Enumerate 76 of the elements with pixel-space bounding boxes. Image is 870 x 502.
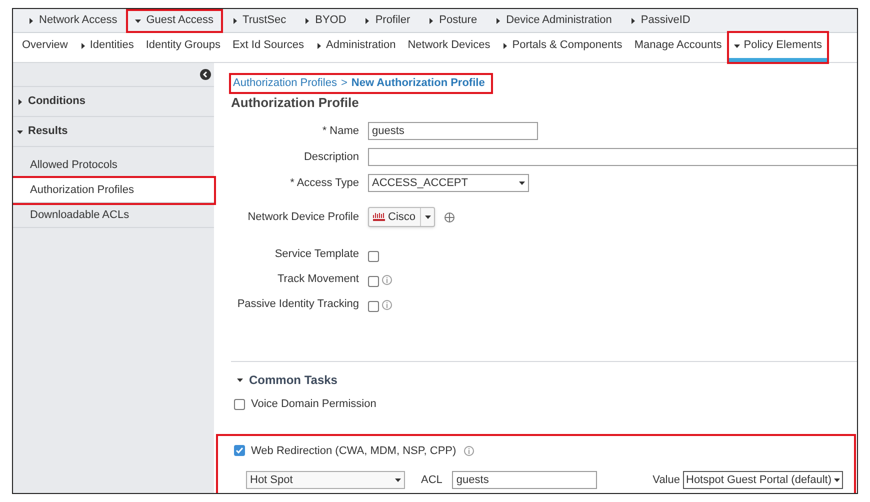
caret-icon [424,214,430,220]
caret-icon [17,98,23,104]
section-header[interactable]: Common Tasks [237,371,338,389]
field-label: Network Device Profile [246,210,359,225]
caret-icon [630,18,636,24]
device-profile-select[interactable]: Cisco [368,207,435,227]
caret-icon [135,18,142,24]
nav-tab[interactable]: Posture [421,10,484,30]
nav-tab[interactable]: BYOD [297,10,354,30]
caret-icon [28,18,34,24]
field-label: * Name [321,124,359,139]
text-field[interactable] [368,148,857,166]
caret-icon [80,42,86,48]
field-label: Value [652,472,680,488]
caret-icon [734,42,740,48]
sidebar-item[interactable]: Downloadable ACLs [13,203,214,228]
caret-icon [17,128,23,134]
caret-icon [495,18,502,24]
text-field[interactable]: guests [368,122,538,140]
nav-tab[interactable]: Administration [311,33,401,62]
breadcrumb-link[interactable]: Authorization Profiles [233,75,337,92]
info-icon [464,446,474,456]
checkbox[interactable] [368,300,379,312]
nav-tab[interactable]: Guest Access [128,10,221,30]
breadcrumb-separator: > [340,76,348,91]
page-heading: Authorization Profile [231,94,360,112]
nav-tab[interactable]: Network Devices [402,33,496,62]
checkbox-label: Voice Domain Permission [251,397,376,412]
select-value: Cisco [388,210,417,225]
access-type-select[interactable]: ACCESS_ACCEPT [368,174,529,192]
field-label: Description [302,150,359,165]
nav-tab[interactable]: Device Administration [488,10,619,30]
sidebar-section[interactable]: Conditions [13,87,214,117]
nav-tab[interactable]: Profiler [357,10,418,30]
nav-tab[interactable]: Overview [17,33,73,62]
select-value: Hotspot Guest Portal (default) [686,472,832,488]
nav-tab[interactable]: Network Access [21,10,124,30]
nav-tab[interactable]: Identity Groups [140,33,226,62]
crosshair-icon [444,212,455,222]
sidebar-section[interactable]: Results [13,117,214,147]
checkbox[interactable] [368,276,379,286]
field-label: ACL [421,472,442,488]
caret-icon [428,18,434,24]
caret-icon [304,18,310,24]
nav-tab[interactable]: Ext Id Sources [227,33,310,62]
sidebar-item[interactable]: Authorization Profiles [13,178,214,203]
caret-icon [237,377,243,383]
field-label: Track Movement [276,272,359,288]
select-value: ACCESS_ACCEPT [372,176,468,191]
caret-icon [232,18,238,24]
breadcrumb-current: New Authorization Profile [351,76,485,91]
caret-icon [395,477,401,483]
nav-tab[interactable]: Manage Accounts [629,33,727,62]
collapse-icon [200,69,211,80]
nav-tab[interactable]: Identities [74,33,139,62]
checkbox[interactable] [234,445,245,456]
acl-field[interactable]: guests [452,471,598,489]
checkbox-label: Web Redirection (CWA, MDM, NSP, CPP) [251,444,456,458]
redirect-type-select[interactable]: Hot Spot [246,471,405,489]
select-value: Hot Spot [250,472,293,488]
caret-icon [364,18,370,24]
field-label: Service Template [274,247,359,262]
checkbox[interactable] [368,250,379,262]
field-label: Passive Identity Tracking [236,297,359,312]
caret-icon [502,42,508,48]
nav-tab[interactable]: Policy Elements [728,33,828,62]
checkbox[interactable] [234,398,245,410]
nav-tab[interactable]: Portals & Components [497,33,628,62]
nav-tab[interactable]: PassiveID [622,10,698,30]
logo-icon [372,212,386,222]
nav-tab[interactable]: TrustSec [224,10,294,30]
caret-icon [519,180,525,186]
portal-select[interactable]: Hotspot Guest Portal (default) [683,471,843,489]
caret-icon [834,477,840,483]
caret-icon [316,42,322,48]
field-label: * Access Type [289,176,359,191]
